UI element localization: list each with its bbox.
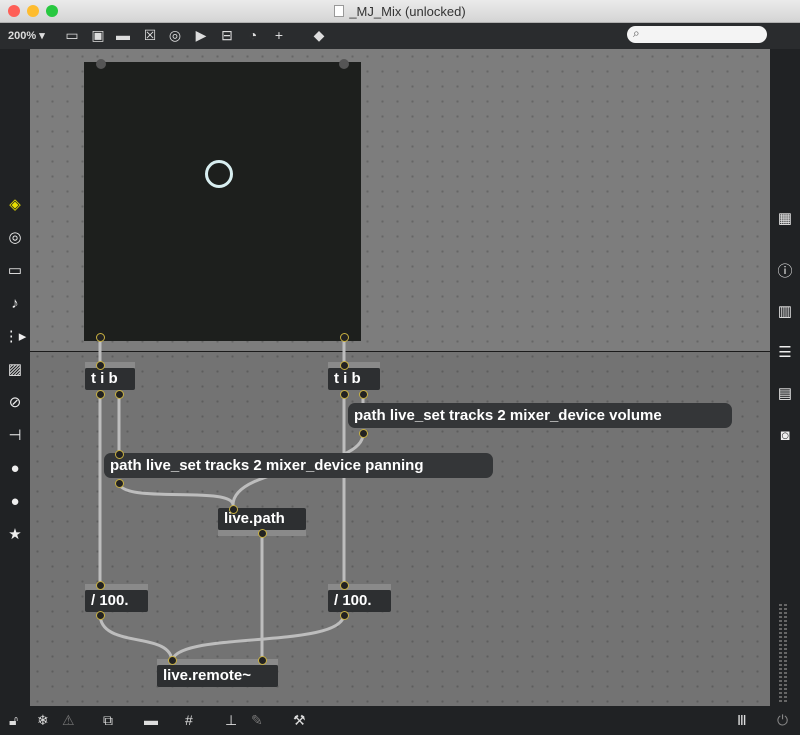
message-box-panning[interactable]: path live_set tracks 2 mixer_device pann… (104, 453, 493, 478)
music-note-icon[interactable]: ♪ (0, 295, 30, 313)
object-text: live.remote~ (163, 667, 251, 684)
outlet-port[interactable] (340, 390, 349, 399)
keyboard-icon[interactable]: ▭ (0, 262, 30, 280)
trigger-object-right[interactable]: t i b (328, 362, 380, 390)
inlet-strip (328, 362, 380, 368)
search-icon: ⌕ (633, 26, 640, 40)
object-text: / 100. (91, 592, 129, 609)
outlet-port[interactable] (96, 611, 105, 620)
object-text: t i b (334, 370, 361, 387)
vizzie-icon[interactable]: ● (0, 460, 30, 478)
window-title: _MJ_Mix (unlocked) (0, 4, 800, 19)
xy-pad[interactable] (84, 59, 361, 342)
star-icon[interactable]: ★ (0, 526, 30, 544)
outlet-port[interactable] (115, 390, 124, 399)
inlet-port[interactable] (258, 656, 267, 665)
power-icon[interactable]: ⏻ (777, 712, 788, 728)
lock-icon[interactable]: 🔓︎ (9, 712, 18, 728)
inlet-port[interactable] (115, 450, 124, 459)
list-icon[interactable]: ☰ (770, 344, 800, 362)
cube-icon[interactable]: ◈ (0, 196, 30, 214)
right-sidebar: ▦ ⓘ ▥ ☰ ▤ ◙ (770, 49, 800, 706)
inlet-port[interactable] (96, 361, 105, 370)
inlet-port[interactable] (96, 581, 105, 590)
inlet-port[interactable] (168, 656, 177, 665)
left-sidebar: ◈ ◎ ▭ ♪ ⋮▸ ▨ ⊘ ⊣ ● ● ★ (0, 49, 30, 706)
inlet-strip (85, 584, 148, 590)
live-remote-object[interactable]: live.remote~ (157, 659, 278, 687)
pad-inlet (339, 59, 349, 69)
paint-bucket-icon[interactable]: ◆ (310, 26, 328, 44)
title-bar: _MJ_Mix (unlocked) (0, 0, 800, 23)
bpatcher-icon[interactable]: ● (0, 493, 30, 511)
message-box-volume[interactable]: path live_set tracks 2 mixer_device volu… (348, 403, 732, 428)
outlet-port[interactable] (258, 529, 267, 538)
wrench-icon[interactable]: ⚒ (293, 712, 306, 728)
object-text: t i b (91, 370, 118, 387)
plug-icon[interactable]: ⊣ (0, 427, 30, 445)
message-icon[interactable]: ▬ (114, 26, 132, 44)
zoom-dropdown[interactable]: 200% ▾ (8, 29, 45, 42)
number-icon[interactable]: ⊟ (218, 26, 236, 44)
pad-inlet (96, 59, 106, 69)
button-icon[interactable]: ◎ (166, 26, 184, 44)
divide-object-right[interactable]: / 100. (328, 584, 391, 612)
sequence-icon[interactable]: ⋮▸ (0, 328, 30, 346)
windows-icon[interactable]: ⧉ (103, 712, 113, 728)
outlet-port[interactable] (115, 479, 124, 488)
comment-icon[interactable]: ▣ (89, 26, 107, 44)
document-icon (334, 5, 345, 17)
inlet-strip (328, 584, 391, 590)
inlet-port[interactable] (340, 581, 349, 590)
meter-icon[interactable]: Ⅲ (737, 712, 747, 728)
split-divider[interactable] (30, 351, 770, 352)
info-icon[interactable]: ⓘ (770, 263, 800, 281)
book-open-icon[interactable]: ▥ (770, 303, 800, 321)
hierarchy-icon[interactable]: ⊥ (225, 712, 237, 728)
reference-icon[interactable]: ▤ (770, 385, 800, 403)
outlet-port[interactable] (96, 333, 105, 342)
outlet-port[interactable] (359, 390, 368, 399)
level-meter-right (784, 604, 787, 704)
window-title-text: _MJ_Mix (unlocked) (349, 4, 466, 19)
bottom-toolbar: 🔓︎ ❄ ⚠ ⧉ ▬ # ⊥ ✎ ⚒ Ⅲ ⏻ (0, 706, 800, 735)
grid-icon[interactable]: ▦ (770, 210, 800, 228)
outlet-port[interactable] (96, 390, 105, 399)
search-input[interactable]: ⌕ (627, 26, 767, 43)
freeze-icon[interactable]: ❄ (37, 712, 49, 728)
toggle-icon[interactable]: ☒ (141, 26, 159, 44)
inlet-port[interactable] (229, 505, 238, 514)
paperclip-icon[interactable]: ⊘ (0, 394, 30, 412)
outlet-port[interactable] (359, 429, 368, 438)
inlet-strip (85, 362, 135, 368)
pad-handle[interactable] (205, 160, 233, 188)
dial-icon[interactable]: ◔ (244, 26, 262, 44)
debug-icon[interactable]: ✎ (251, 712, 263, 728)
warning-icon[interactable]: ⚠ (62, 712, 75, 728)
add-object-icon[interactable]: + (270, 26, 288, 44)
play-icon[interactable]: ▶ (192, 26, 210, 44)
presentation-mode-icon[interactable]: ▬ (144, 712, 158, 728)
inlet-port[interactable] (340, 361, 349, 370)
message-text: path live_set tracks 2 mixer_device volu… (354, 407, 662, 424)
snapshot-icon[interactable]: ◙ (770, 427, 800, 445)
target-icon[interactable]: ◎ (0, 229, 30, 247)
level-meter-left (779, 604, 782, 704)
outlet-port[interactable] (340, 611, 349, 620)
image-icon[interactable]: ▨ (0, 361, 30, 379)
divide-object-left[interactable]: / 100. (85, 584, 148, 612)
outlet-port[interactable] (340, 333, 349, 342)
grid-snap-icon[interactable]: # (185, 712, 193, 728)
trigger-object-left[interactable]: t i b (85, 362, 135, 390)
toolbar: 200% ▾ ▭ ▣ ▬ ☒ ◎ ▶ ⊟ ◔ + ◆ ⌕ (0, 23, 800, 49)
object-text: / 100. (334, 592, 372, 609)
presentation-icon[interactable]: ▭ (63, 26, 81, 44)
message-text: path live_set tracks 2 mixer_device pann… (110, 457, 424, 474)
